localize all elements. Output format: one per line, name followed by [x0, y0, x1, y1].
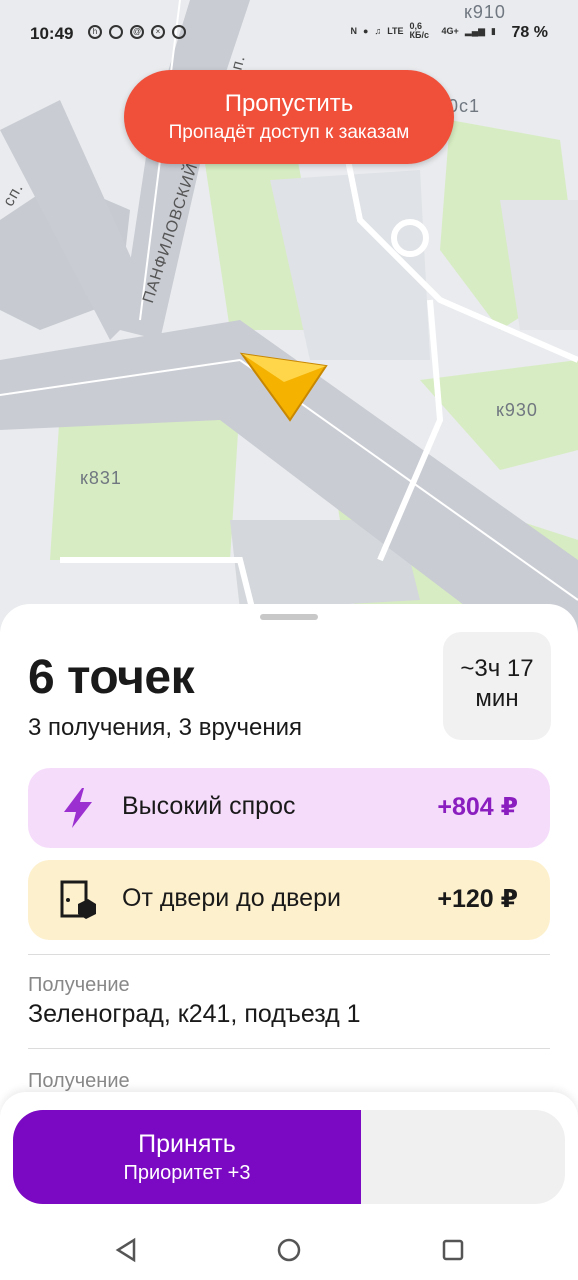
status-bar: 10:49 h @ × N ● ♫ LTE 0,6 КБ/с 4G+ ▂▄▆ ▮… [0, 0, 578, 66]
home-icon[interactable] [269, 1230, 309, 1270]
hh-icon: h [88, 25, 102, 39]
accept-button-priority: Приоритет +3 [123, 1162, 251, 1184]
accept-button-label: Принять [138, 1130, 236, 1158]
bonus-door-to-door[interactable]: От двери до двери +120 ₽ [28, 860, 550, 940]
eta-line1: ~3ч 17 [460, 655, 534, 682]
divider [28, 954, 550, 955]
skip-button-label: Пропустить [224, 90, 354, 117]
recents-icon[interactable] [433, 1230, 473, 1270]
net-type: 4G+ [441, 26, 459, 36]
mute-icon: ♫ [374, 26, 382, 36]
bonus-value: +804 ₽ [437, 793, 518, 821]
door-box-icon [60, 880, 96, 919]
bonus-label: От двери до двери [122, 884, 341, 912]
sheet-handle[interactable] [260, 614, 318, 620]
shield-icon [172, 25, 186, 39]
back-icon[interactable] [106, 1230, 146, 1270]
battery-icon: ▮ [491, 25, 496, 36]
notification-icons: h @ × [88, 25, 186, 39]
point-address: Зеленоград, к241, подъезд 1 [28, 1000, 361, 1028]
order-subtitle: 3 получения, 3 вручения [28, 714, 303, 741]
accept-button[interactable]: Принять Приоритет +3 [13, 1110, 565, 1204]
point-type: Получение [28, 1070, 130, 1092]
lightning-icon [64, 788, 92, 828]
at-icon: @ [130, 25, 144, 39]
app-icon: × [151, 25, 165, 39]
location-icon: ● [363, 26, 369, 36]
battery-level: 78 % [511, 24, 548, 41]
instagram-icon [109, 25, 123, 39]
bonus-label: Высокий спрос [122, 792, 296, 820]
volte-icon: LTE [387, 26, 404, 36]
bonus-value: +120 ₽ [437, 885, 518, 913]
nfc-icon: N [350, 26, 358, 36]
skip-button[interactable]: Пропустить Пропадёт доступ к заказам [124, 70, 454, 164]
point-type: Получение [28, 974, 130, 996]
net-speed: 0,6 КБ/с [409, 21, 430, 40]
bonus-high-demand[interactable]: Высокий спрос +804 ₽ [28, 768, 550, 848]
status-time: 10:49 [30, 24, 74, 43]
map-label: к831 [80, 468, 122, 488]
map-label: к930 [496, 400, 538, 420]
eta-badge: ~3ч 17 мин [443, 632, 551, 740]
divider [28, 1048, 550, 1049]
order-title: 6 точек [28, 651, 195, 704]
signal-icon: ▂▄▆ [464, 25, 486, 36]
system-icons: N ● ♫ LTE 0,6 КБ/с 4G+ ▂▄▆ ▮ [351, 22, 496, 40]
eta-line2: мин [475, 685, 519, 712]
skip-button-hint: Пропадёт доступ к заказам [168, 122, 410, 143]
